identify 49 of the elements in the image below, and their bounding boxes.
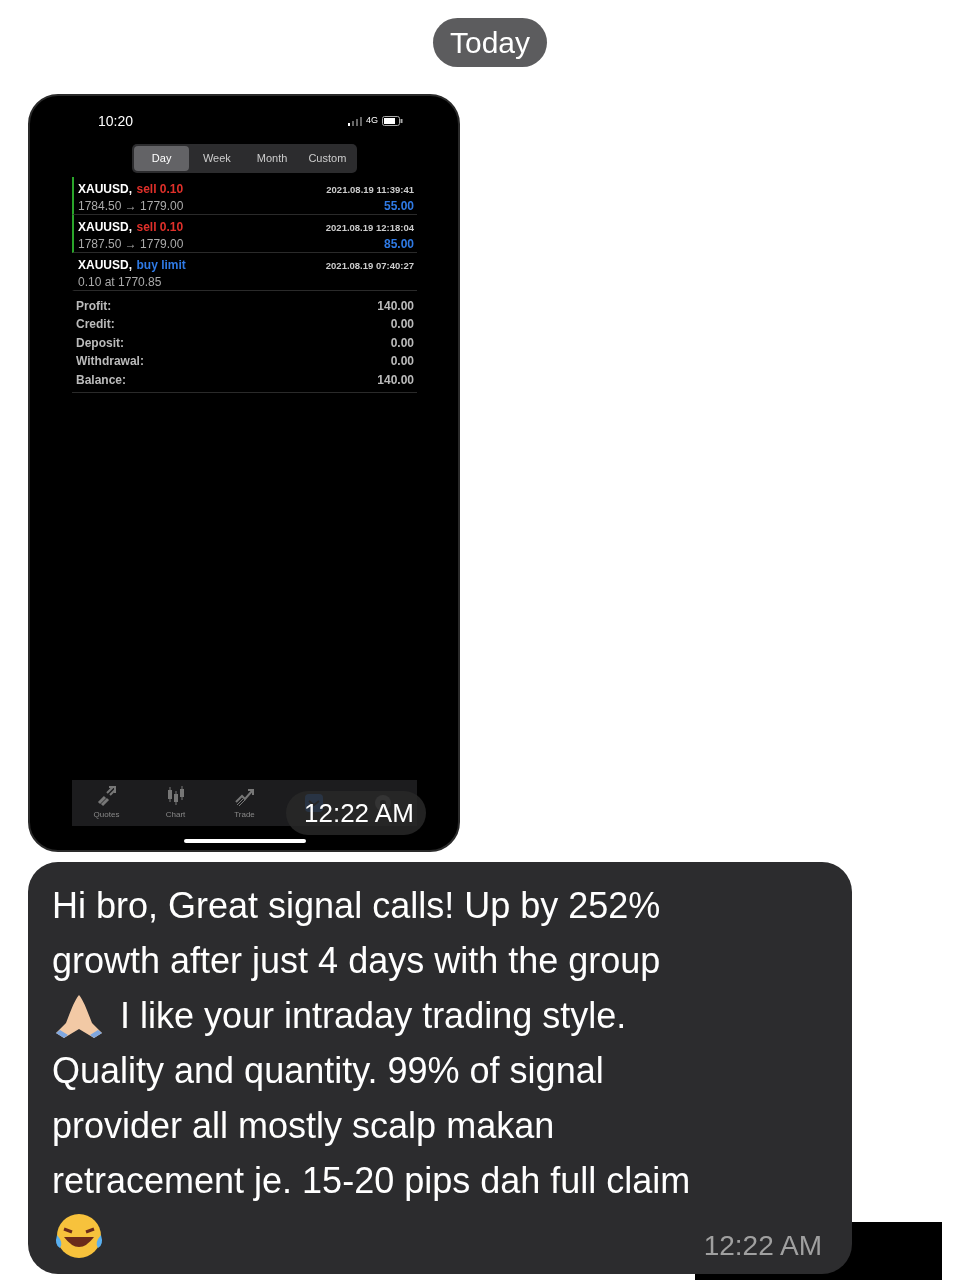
deal-time: 2021.08.19 12:18:04 [325,220,414,235]
tab-label: Chart [165,809,186,821]
signal-icon [348,116,362,126]
summary-value: 0.00 [390,334,414,352]
time-toast: 12:22 AM [286,791,426,835]
period-tab[interactable]: Day [134,146,190,171]
price-text: 0.10 at 1770.85 [78,273,162,291]
symbol-text: XAUUSD, [78,219,132,234]
summary-label: Balance: [76,371,127,389]
summary-label: Withdrawal: [76,353,144,371]
action-text: buy limit [136,257,186,272]
message-text: provider all mostly scalp makan [52,1104,555,1148]
summary-value: 140.00 [377,371,414,389]
clock-time: 10:20 [98,111,134,131]
summary-label: Profit: [76,297,112,315]
tab-label: Trade [234,809,255,821]
symbol-text: XAUUSD, [78,181,132,196]
summary-label: Credit: [76,316,115,334]
message-time: 12:22 AM [703,1230,822,1262]
battery-icon [382,116,403,126]
period-tab[interactable]: Custom [299,146,355,171]
chart-tab[interactable]: Chart [150,785,201,821]
message-text: growth after just 4 days with the group [52,939,661,983]
deal-row[interactable]: XAUUSD, sell 0.10 2021.08.19 11:39:41 1784.50 → 1779.00 55.00 [72,176,417,215]
trade-tab[interactable]: Trade [219,785,270,821]
profit-value: 85.00 [383,235,414,253]
summary-value: 0.00 [390,316,414,334]
quotes-tab[interactable]: Quotes [81,785,132,821]
date-divider: Today [432,18,548,67]
deal-time: 2021.08.19 07:40:27 [325,258,414,273]
period-tab[interactable]: Month [244,146,300,171]
deal-time: 2021.08.19 11:39:41 [326,182,414,197]
deal-row[interactable]: XAUUSD, buy limit 2021.08.19 07:40:27 0.10 at 1770.85 [72,252,417,291]
action-text: sell 0.10 [136,219,184,234]
message-text: retracement je. 15-20 pips dah full claim [52,1159,691,1203]
symbol-text: XAUUSD, [78,257,132,272]
price-text: 1784.50 → 1779.00 [78,197,184,215]
summary-value: 0.00 [390,353,414,371]
tab-label: Quotes [93,809,120,821]
profit-value: 55.00 [383,197,414,215]
summary-value: 140.00 [377,297,414,315]
price-text: 1787.50 → 1779.00 [78,235,184,253]
network-label: 4G [366,114,378,128]
action-text: sell 0.10 [136,181,184,196]
period-tab[interactable]: Week [189,146,245,171]
message-text: Hi bro, Great signal calls! Up by 252% [52,884,661,928]
message-text: I like your intraday trading style. [120,994,627,1038]
summary-label: Deposit: [76,334,124,352]
message-text: Quality and quantity. 99% of signal [52,1049,604,1093]
